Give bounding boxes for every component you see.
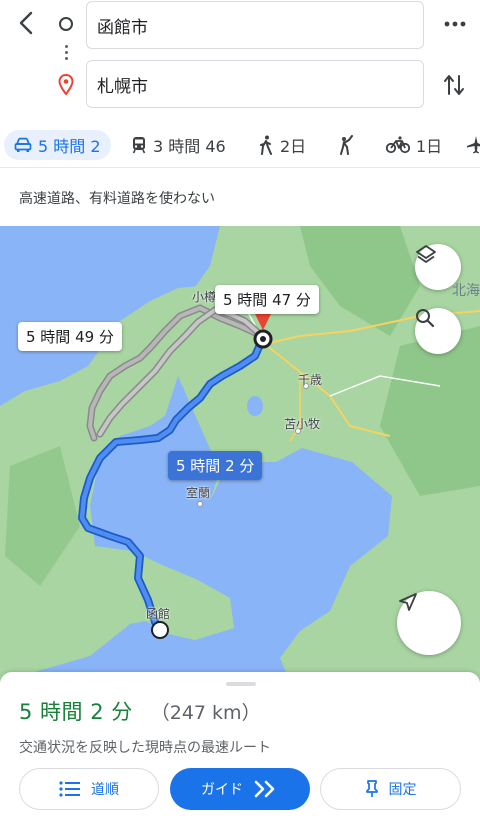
mode-driving[interactable]: 5 時間 2 bbox=[4, 130, 111, 160]
route-dots-icon bbox=[64, 45, 68, 63]
place-label-otaru: 小樽 bbox=[192, 290, 217, 304]
swap-button[interactable] bbox=[438, 68, 470, 102]
lake bbox=[247, 396, 263, 416]
double-chevron-icon bbox=[253, 779, 279, 799]
sheet-drag-handle[interactable] bbox=[226, 682, 256, 686]
pin-icon bbox=[365, 780, 379, 798]
mode-walking[interactable]: 2日 bbox=[258, 130, 306, 160]
navigation-arrow-icon bbox=[399, 593, 417, 611]
primary-route-label[interactable]: 5 時間 2 分 bbox=[168, 451, 263, 480]
route-summary: 5 時間 2 分 （247 km） bbox=[19, 696, 261, 726]
list-icon bbox=[59, 781, 81, 797]
guide-button-label: ガイド bbox=[201, 782, 243, 798]
origin-marker bbox=[151, 621, 169, 639]
alt-route-label-2[interactable]: 5 時間 49 分 bbox=[18, 322, 122, 351]
mode-cycling-label: 1日 bbox=[416, 137, 443, 156]
guide-button[interactable]: ガイド bbox=[170, 768, 310, 810]
map-search-button[interactable] bbox=[415, 308, 461, 354]
travel-mode-bar: 5 時間 2 3 時間 46 2日 1日 bbox=[0, 122, 480, 168]
origin-input[interactable]: 函館市 bbox=[86, 1, 424, 49]
back-button[interactable] bbox=[10, 6, 42, 40]
route-summary-sheet[interactable]: 5 時間 2 分 （247 km） 交通状況を反映した現時点の最速ルート 道順 … bbox=[0, 672, 480, 824]
steps-button-label: 道順 bbox=[91, 782, 119, 798]
directions-header: 函館市 札幌市 bbox=[0, 0, 480, 118]
destination-input[interactable]: 札幌市 bbox=[86, 60, 424, 108]
mode-ride[interactable] bbox=[338, 130, 356, 160]
pin-button-label: 固定 bbox=[388, 782, 417, 798]
back-arrow-icon bbox=[19, 11, 33, 35]
layers-button[interactable] bbox=[415, 244, 461, 290]
route-duration: 5 時間 2 分 bbox=[19, 700, 133, 724]
flight-icon bbox=[467, 136, 480, 154]
place-label-chitose: 千歳 bbox=[298, 373, 323, 387]
my-location-button[interactable] bbox=[397, 591, 461, 655]
place-label-muroran: 室蘭 bbox=[186, 486, 211, 500]
map-view[interactable]: 小樽 千歳 苫小牧 室蘭 函館 北海 5 時間 47 分 5 時間 49 分 5… bbox=[0, 226, 480, 682]
walk-icon bbox=[260, 135, 272, 155]
route-description: 交通状況を反映した現時点の最速ルート bbox=[19, 740, 271, 756]
mode-cycling[interactable]: 1日 bbox=[386, 130, 442, 160]
destination-pin-icon bbox=[58, 73, 74, 100]
train-icon bbox=[132, 137, 146, 154]
city-dot bbox=[197, 501, 203, 507]
destination-marker bbox=[260, 336, 266, 342]
mode-driving-label: 5 時間 2 bbox=[38, 137, 101, 156]
more-dots-icon bbox=[444, 21, 466, 27]
steps-button[interactable]: 道順 bbox=[19, 768, 159, 810]
route-distance: （247 km） bbox=[150, 702, 261, 724]
route-options-text[interactable]: 高速道路、有料道路を使わない bbox=[0, 170, 480, 226]
bike-icon bbox=[386, 136, 410, 154]
more-options-button[interactable] bbox=[440, 10, 470, 38]
place-label-tomakomai: 苫小牧 bbox=[284, 417, 321, 431]
search-icon bbox=[416, 309, 435, 328]
mode-flight[interactable] bbox=[466, 130, 480, 160]
place-label-hakodate: 函館 bbox=[146, 607, 171, 621]
car-icon bbox=[14, 137, 32, 152]
layers-icon bbox=[416, 245, 436, 263]
pin-button[interactable]: 固定 bbox=[320, 768, 461, 810]
alt-route-label-1[interactable]: 5 時間 47 分 bbox=[215, 285, 319, 314]
mode-transit-label: 3 時間 46 bbox=[153, 137, 226, 156]
mode-walking-label: 2日 bbox=[280, 137, 307, 156]
origin-circle-icon bbox=[59, 17, 73, 31]
place-label-hokkai: 北海 bbox=[452, 283, 480, 299]
mode-transit[interactable]: 3 時間 46 bbox=[131, 130, 226, 160]
ride-icon bbox=[340, 135, 353, 155]
swap-arrows-icon bbox=[444, 75, 464, 95]
